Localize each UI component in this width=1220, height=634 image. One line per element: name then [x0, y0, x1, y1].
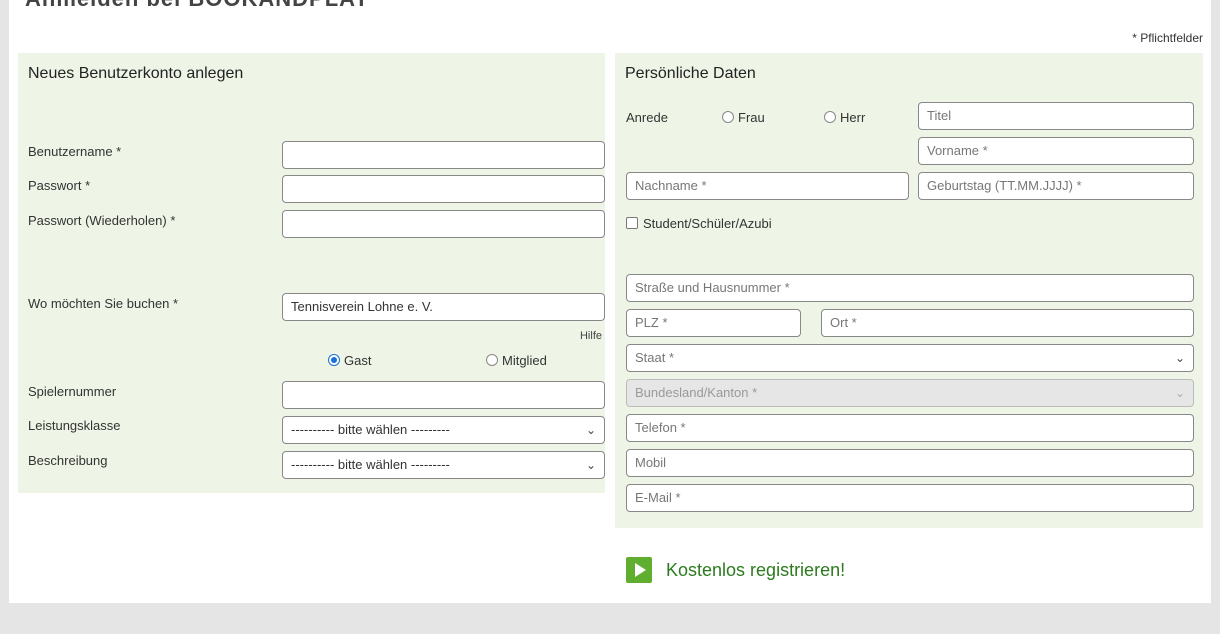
username-input[interactable]: [282, 141, 605, 169]
required-fields-note: * Pflichtfelder: [1132, 31, 1203, 45]
firstname-input[interactable]: Vorname *: [918, 137, 1194, 165]
mobile-input[interactable]: Mobil: [626, 449, 1194, 477]
level-select[interactable]: ---------- bitte wählen --------- ⌄: [282, 416, 605, 444]
password-repeat-input[interactable]: [282, 210, 605, 238]
salutation-herr-label: Herr: [840, 110, 866, 125]
register-button[interactable]: Kostenlos registrieren!: [626, 557, 845, 583]
chevron-down-icon: ⌄: [1174, 386, 1185, 400]
radio-icon[interactable]: [486, 354, 498, 366]
level-label: Leistungsklasse: [28, 418, 121, 433]
level-select-value: ---------- bitte wählen ---------: [291, 422, 450, 437]
salutation-herr-option[interactable]: Herr: [824, 110, 865, 125]
salutation-label: Anrede: [626, 110, 668, 125]
student-label: Student/Schüler/Azubi: [643, 216, 772, 231]
password-repeat-label: Passwort (Wiederholen) *: [28, 213, 176, 228]
country-select[interactable]: Staat * ⌄: [626, 344, 1194, 372]
role-guest-label: Gast: [344, 353, 372, 368]
venue-input[interactable]: Tennisverein Lohne e. V.: [282, 293, 605, 321]
play-icon[interactable]: [626, 557, 652, 583]
street-input[interactable]: Straße und Hausnummer *: [626, 274, 1194, 302]
account-panel: Neues Benutzerkonto anlegen Benutzername…: [18, 53, 605, 493]
player-number-input[interactable]: [282, 381, 605, 409]
role-guest-option[interactable]: Gast: [328, 353, 371, 368]
description-select-value: ---------- bitte wählen ---------: [291, 457, 450, 472]
salutation-frau-option[interactable]: Frau: [722, 110, 765, 125]
help-link[interactable]: Hilfe: [580, 330, 602, 342]
phone-input[interactable]: Telefon *: [626, 414, 1194, 442]
title-input[interactable]: Titel: [918, 102, 1194, 130]
radio-icon[interactable]: [328, 354, 340, 366]
email-input[interactable]: E-Mail *: [626, 484, 1194, 512]
student-checkbox[interactable]: Student/Schüler/Azubi: [626, 216, 772, 231]
radio-icon[interactable]: [824, 111, 836, 123]
birthday-input[interactable]: Geburtstag (TT.MM.JJJJ) *: [918, 172, 1194, 200]
account-heading: Neues Benutzerkonto anlegen: [28, 65, 244, 82]
chevron-down-icon: ⌄: [585, 458, 596, 472]
lastname-input[interactable]: Nachname *: [626, 172, 909, 200]
description-select[interactable]: ---------- bitte wählen --------- ⌄: [282, 451, 605, 479]
registration-page: Anmelden bei BOOKANDPLAY * Pflichtfelder…: [9, 0, 1211, 603]
page-title: Anmelden bei BOOKANDPLAY: [25, 0, 370, 12]
chevron-down-icon: ⌄: [585, 423, 596, 437]
role-member-option[interactable]: Mitglied: [486, 353, 547, 368]
personal-panel: Persönliche Daten Anrede Frau Herr Titel…: [615, 53, 1203, 528]
state-select-value: Bundesland/Kanton *: [635, 385, 758, 400]
city-input[interactable]: Ort *: [821, 309, 1194, 337]
country-select-value: Staat *: [635, 350, 675, 365]
player-number-label: Spielernummer: [28, 384, 117, 399]
password-input[interactable]: [282, 175, 605, 203]
venue-label: Wo möchten Sie buchen *: [28, 296, 179, 311]
state-select: Bundesland/Kanton * ⌄: [626, 379, 1194, 407]
checkbox-icon[interactable]: [626, 217, 638, 229]
role-member-label: Mitglied: [502, 353, 547, 368]
password-label: Passwort *: [28, 178, 91, 193]
chevron-down-icon: ⌄: [1174, 351, 1185, 365]
register-button-label: Kostenlos registrieren!: [666, 559, 846, 580]
username-label: Benutzername *: [28, 144, 122, 159]
description-label: Beschreibung: [28, 453, 108, 468]
personal-heading: Persönliche Daten: [625, 65, 756, 82]
salutation-frau-label: Frau: [738, 110, 765, 125]
zip-input[interactable]: PLZ *: [626, 309, 801, 337]
radio-icon[interactable]: [722, 111, 734, 123]
